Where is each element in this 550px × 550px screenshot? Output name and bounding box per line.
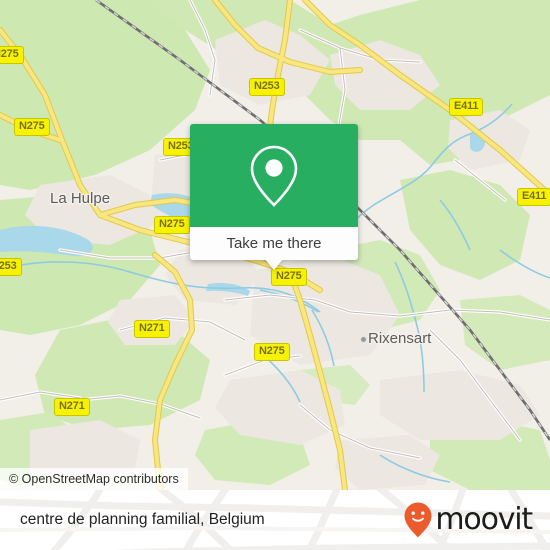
popup-tail	[265, 259, 283, 270]
poi-dot-rixensart	[360, 336, 367, 343]
road-shield-n275-3: N275	[154, 216, 190, 234]
road-shield-n275-1: N275	[0, 46, 24, 64]
road-shield-e411-1: E411	[449, 98, 484, 116]
take-me-there-label: Take me there	[226, 235, 322, 252]
road-shield-n271-1: N271	[134, 320, 170, 338]
road-shield-e411-2: E411	[517, 188, 550, 206]
take-me-there-button[interactable]: Take me there	[190, 227, 358, 260]
road-shield-n271-2: N271	[54, 398, 90, 416]
moovit-logo[interactable]: moovit	[403, 501, 533, 539]
moovit-wordmark: moovit	[435, 502, 533, 537]
map-page: La Hulpe Rixensart N275 N275 N253 E411 E…	[0, 0, 550, 550]
place-label-la-hulpe: La Hulpe	[50, 190, 111, 207]
footer-bar: centre de planning familial, Belgium moo…	[0, 490, 550, 550]
map-canvas[interactable]: La Hulpe Rixensart N275 N275 N253 E411 E…	[0, 0, 550, 490]
road-shield-n253-1: N253	[249, 78, 285, 96]
road-shield-n253-3: N253	[0, 258, 22, 276]
place-label-rixensart: Rixensart	[368, 330, 432, 347]
location-pin-icon	[250, 145, 298, 207]
popup-icon-panel	[190, 124, 358, 227]
location-title: centre de planning familial, Belgium	[20, 511, 265, 528]
location-popup-card[interactable]: Take me there	[190, 124, 358, 270]
road-shield-n275-5: N275	[254, 343, 290, 361]
moovit-smiley-pin-icon	[404, 502, 432, 538]
osm-attribution-text: © OpenStreetMap contributors	[9, 472, 179, 486]
road-shield-n275-4: N275	[271, 268, 307, 286]
osm-attribution[interactable]: © OpenStreetMap contributors	[0, 468, 188, 490]
road-shield-n275-2: N275	[14, 118, 50, 136]
